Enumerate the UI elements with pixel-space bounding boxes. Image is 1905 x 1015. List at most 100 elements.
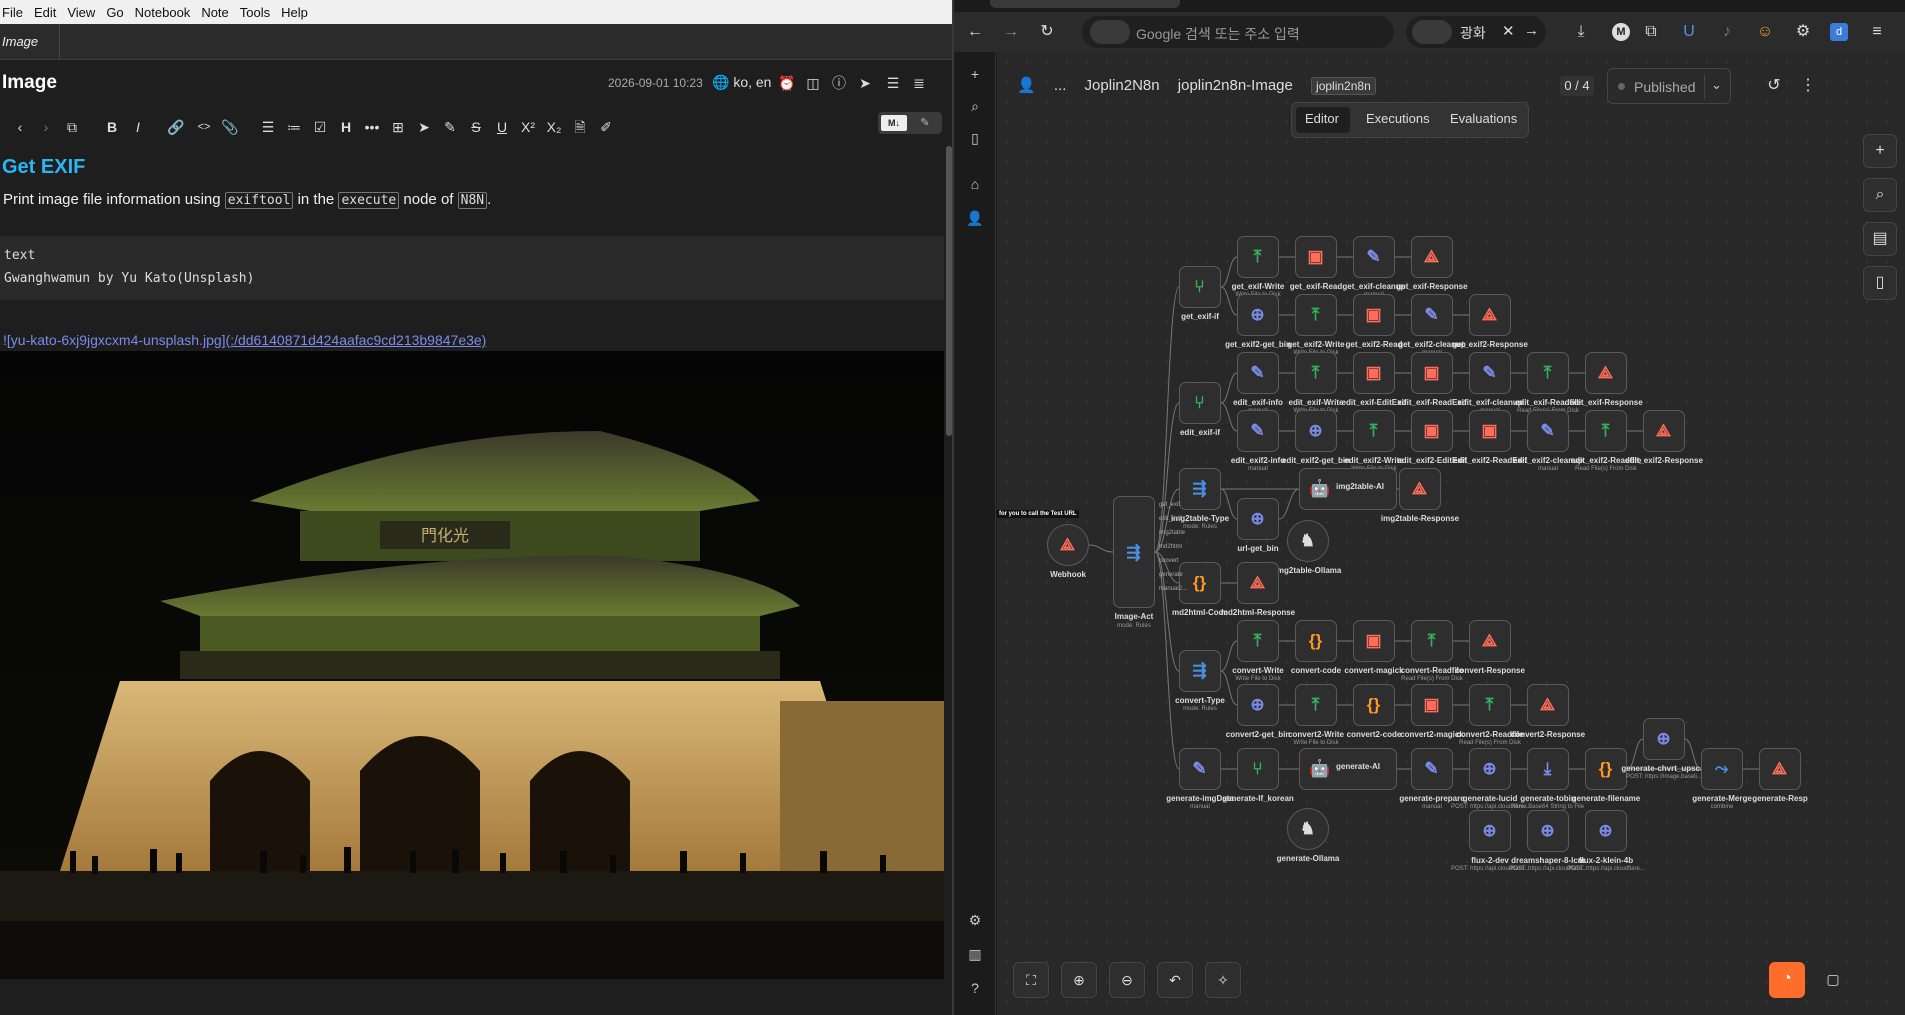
- superscript-icon[interactable]: X²: [518, 117, 538, 137]
- extension-icon[interactable]: ⧉: [1642, 23, 1660, 41]
- search-icon[interactable]: ⌕: [1863, 178, 1897, 212]
- node-edit-exif2-get-bin[interactable]: ⊕: [1295, 410, 1337, 452]
- menu-file[interactable]: File: [0, 5, 32, 20]
- help-icon[interactable]: ?: [965, 978, 985, 998]
- node-get-exif-cleanup[interactable]: ✎: [1353, 236, 1395, 278]
- node-edit-exif2-readexif[interactable]: ▣: [1469, 410, 1511, 452]
- image-link-url[interactable]: (:/dd6140871d424aafac9cd213b9847e3e): [226, 332, 487, 348]
- alarm-icon[interactable]: ⏰: [778, 74, 796, 92]
- node-edit-exif2-info[interactable]: ✎: [1237, 410, 1279, 452]
- node-img2table-ollama[interactable]: ♞: [1287, 520, 1329, 562]
- menu-help[interactable]: Help: [279, 5, 317, 20]
- node-convert2-magick[interactable]: ▣: [1411, 684, 1453, 726]
- node-md2html-response[interactable]: ⟁: [1237, 562, 1279, 604]
- info-icon[interactable]: ⓘ: [830, 74, 848, 92]
- strikethrough-icon[interactable]: S: [466, 117, 486, 137]
- close-icon[interactable]: ✕: [1502, 22, 1515, 40]
- node-dreamshaper-8-lcm[interactable]: ⊕: [1527, 810, 1569, 852]
- home-icon[interactable]: ⌂: [965, 174, 985, 194]
- google-icon[interactable]: [1412, 20, 1452, 44]
- extension-gear-icon[interactable]: ⚙: [1794, 23, 1812, 41]
- node-convert-write[interactable]: ⤒: [1237, 620, 1279, 662]
- note-title[interactable]: Image: [2, 72, 57, 94]
- more-icon[interactable]: ⋮: [1791, 70, 1825, 104]
- execute-workflow-button[interactable]: ◔: [1769, 962, 1805, 998]
- node-edit-exif-info[interactable]: ✎: [1237, 352, 1279, 394]
- numbered-list-icon[interactable]: ≔: [284, 117, 304, 137]
- node-edit-exif2-editexif[interactable]: ▣: [1411, 410, 1453, 452]
- back-icon[interactable]: ←: [966, 23, 984, 41]
- menu-edit[interactable]: Edit: [32, 5, 65, 20]
- italic-icon[interactable]: I: [128, 117, 148, 137]
- insert-time-icon[interactable]: ⊞: [388, 117, 408, 137]
- node-get-exif2-write[interactable]: ⤒: [1295, 294, 1337, 336]
- node-edit-exif-response[interactable]: ⟁: [1585, 352, 1627, 394]
- node-generate-lucid[interactable]: ⊕: [1469, 748, 1511, 790]
- node-generate-chvrt-upscale[interactable]: ⊕: [1643, 718, 1685, 760]
- external-edit-icon[interactable]: ⧉: [62, 117, 82, 137]
- sticky-note-icon[interactable]: ▤: [1863, 222, 1897, 256]
- menu-go[interactable]: Go: [104, 5, 132, 20]
- chevron-down-icon[interactable]: ⌄: [1711, 77, 1722, 93]
- markdown-editor[interactable]: Get EXIF Print image file information us…: [0, 146, 944, 1015]
- markdown-mode-icon[interactable]: M↓: [881, 115, 907, 131]
- tags-icon[interactable]: ☰: [884, 74, 902, 92]
- highlight-icon[interactable]: ✎: [440, 117, 460, 137]
- layout-toggle-icon[interactable]: ◫: [804, 74, 822, 92]
- menu-icon[interactable]: ≡: [1868, 23, 1886, 41]
- add-icon[interactable]: +: [965, 64, 985, 84]
- history-icon[interactable]: ↺: [1757, 70, 1791, 104]
- spellcheck-language[interactable]: 🌐 ko, en: [712, 74, 771, 91]
- templates-icon[interactable]: ⚙: [965, 910, 985, 930]
- node-edit-exif-write[interactable]: ⤒: [1295, 352, 1337, 394]
- panel-icon[interactable]: ▯: [965, 128, 985, 148]
- toc-icon[interactable]: ≣: [910, 74, 928, 92]
- heading-icon[interactable]: H: [336, 117, 356, 137]
- node-generate-response[interactable]: ⟁: [1759, 748, 1801, 790]
- fit-view-icon[interactable]: ⛶: [1013, 962, 1049, 998]
- download-icon[interactable]: ⤓: [1572, 23, 1590, 41]
- add-node-icon[interactable]: +: [1863, 134, 1897, 168]
- bold-icon[interactable]: B: [102, 117, 122, 137]
- publish-button[interactable]: Published ⌄: [1607, 68, 1731, 104]
- back-icon[interactable]: ‹: [10, 117, 30, 137]
- attach-icon[interactable]: 📎: [220, 117, 240, 137]
- node-edit-exif-cleanup[interactable]: ✎: [1469, 352, 1511, 394]
- extension-note-icon[interactable]: ♪: [1718, 23, 1736, 41]
- node-generate-ollama[interactable]: ♞: [1287, 808, 1329, 850]
- node-generate-prepare[interactable]: ✎: [1411, 748, 1453, 790]
- extension-u-icon[interactable]: U: [1680, 23, 1698, 41]
- node-image-act[interactable]: ⇶: [1113, 496, 1155, 608]
- node-convert-magick[interactable]: ▣: [1353, 620, 1395, 662]
- zoom-out-icon[interactable]: ⊖: [1109, 962, 1145, 998]
- share-icon[interactable]: ➤: [856, 74, 874, 92]
- node-md2html-code[interactable]: {}: [1179, 562, 1221, 604]
- node-get-exif-response[interactable]: ⟁: [1411, 236, 1453, 278]
- search-box[interactable]: 광화 ✕ →: [1406, 16, 1546, 48]
- rich-text-mode-icon[interactable]: ✎: [912, 115, 938, 131]
- menu-tools[interactable]: Tools: [238, 5, 279, 20]
- node-generate-if-korean[interactable]: ⑂: [1237, 748, 1279, 790]
- node-get-exif2-get-bin[interactable]: ⊕: [1237, 294, 1279, 336]
- breadcrumb-ellipsis[interactable]: ...: [1054, 77, 1067, 94]
- node-convert2-get-bin[interactable]: ⊕: [1237, 684, 1279, 726]
- node-convert2-readfile[interactable]: ⤒: [1469, 684, 1511, 726]
- send-icon[interactable]: ➤: [414, 117, 434, 137]
- workflow-tag[interactable]: joplin2n8n: [1311, 77, 1376, 95]
- forward-icon[interactable]: →: [1002, 23, 1020, 41]
- extension-m-icon[interactable]: M: [1612, 23, 1630, 41]
- note-tab[interactable]: Image: [0, 24, 60, 60]
- node-get-exif-read[interactable]: ▣: [1295, 236, 1337, 278]
- node-generate-imgdata[interactable]: ✎: [1179, 748, 1221, 790]
- node-convert-response[interactable]: ⟁: [1469, 620, 1511, 662]
- insights-icon[interactable]: ▥: [965, 944, 985, 964]
- node-generate-tobin[interactable]: ⤓: [1527, 748, 1569, 790]
- tab-evaluations[interactable]: Evaluations: [1450, 111, 1517, 126]
- checkbox-list-icon[interactable]: ☑: [310, 117, 330, 137]
- browser-tab[interactable]: [990, 0, 1180, 8]
- node-generate-ai[interactable]: 🤖 generate-AI: [1299, 748, 1397, 790]
- node-convert2-response[interactable]: ⟁: [1527, 684, 1569, 726]
- code-icon[interactable]: <>: [194, 117, 214, 137]
- zoom-in-icon[interactable]: ⊕: [1061, 962, 1097, 998]
- node-edit-exif2-readfile[interactable]: ⤒: [1585, 410, 1627, 452]
